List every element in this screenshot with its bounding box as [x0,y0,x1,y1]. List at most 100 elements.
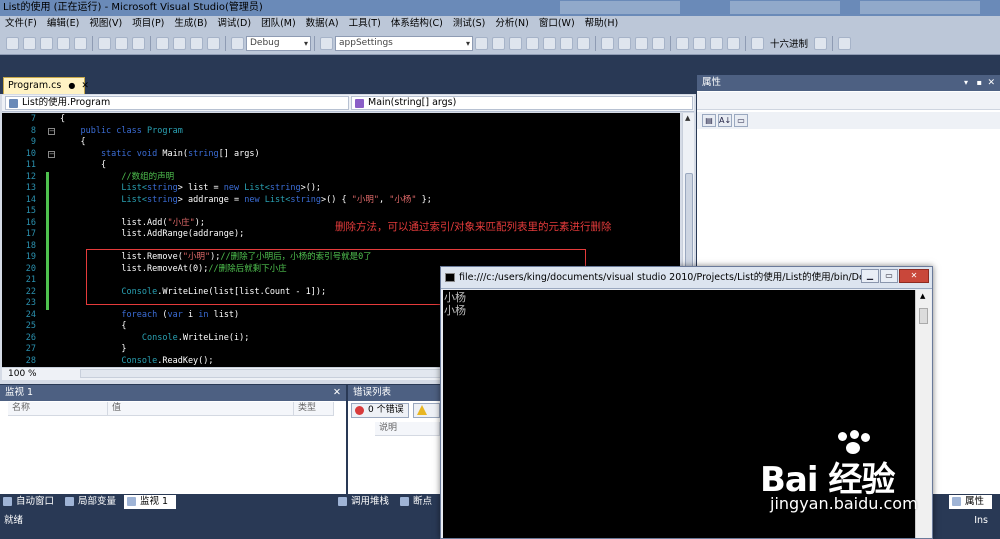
code-line[interactable]: foreach (var i in list) [60,310,239,322]
warnings-filter-button[interactable] [413,403,440,418]
save-all-icon[interactable] [74,36,87,50]
code-line[interactable]: { [60,160,106,172]
step-into-icon[interactable] [693,36,706,50]
more-icon[interactable] [577,36,590,50]
tab-locals-label: 局部变量 [78,496,117,507]
menu-item[interactable]: 项目(P) [127,16,169,32]
continue-icon[interactable] [601,36,614,50]
categorized-icon[interactable]: ▤ [702,114,716,127]
maximize-button[interactable]: ▭ [880,269,898,283]
tab-call-stack[interactable]: 调用堆栈 [335,495,397,509]
quick-watch-icon[interactable] [751,36,764,50]
new-project-icon[interactable] [6,36,19,50]
breakpoints-menu-icon[interactable] [838,36,852,50]
menu-item[interactable]: 工具(T) [344,16,386,32]
cut-icon[interactable] [98,36,111,50]
code-line[interactable]: static void Main(string[] args) [60,149,260,161]
console-title-bar[interactable]: file:///c:/users/king/documents/visual s… [441,267,932,289]
add-item-icon[interactable] [23,36,36,50]
properties-icon[interactable] [492,36,505,50]
start-page-icon[interactable] [560,36,573,50]
code-line[interactable]: list.AddRange(addrange); [60,229,244,241]
navigate-back-icon[interactable] [190,36,203,50]
watch-col-name[interactable]: 名称 [8,402,108,416]
hex-display-button[interactable]: 十六进制 [770,36,808,50]
extension-manager-icon[interactable] [543,36,556,50]
close-icon[interactable]: ✕ [81,81,89,91]
stop-icon[interactable] [635,36,648,50]
menu-item[interactable]: 团队(M) [256,16,301,32]
close-icon[interactable]: ✕ [333,385,341,401]
restart-icon[interactable] [652,36,665,50]
menu-item[interactable]: 测试(S) [448,16,490,32]
dropdown-arrow-icon[interactable]: ▾ [964,75,968,91]
pin-icon[interactable]: ▪ [977,75,982,91]
step-over-icon[interactable] [710,36,723,50]
tab-autos[interactable]: 自动窗口 [0,495,62,509]
redo-icon[interactable] [173,36,186,50]
undo-icon[interactable] [156,36,169,50]
menu-item[interactable]: 生成(B) [169,16,212,32]
save-icon[interactable] [57,36,70,50]
pin-icon[interactable]: ● [68,81,75,90]
watch-col-type[interactable]: 类型 [294,402,334,416]
property-pages-icon[interactable]: ▭ [734,114,748,127]
menu-item[interactable]: 体系结构(C) [386,16,448,32]
errors-filter-button[interactable]: 0 个错误 [351,403,409,418]
collapse-icon[interactable]: − [48,127,55,135]
copy-icon[interactable] [115,36,128,50]
watch-col-value[interactable]: 值 [108,402,294,416]
open-file-icon[interactable] [40,36,53,50]
minimize-button[interactable]: ▁ [861,269,879,283]
step-out-icon[interactable] [727,36,740,50]
toolbox-icon[interactable] [526,36,539,50]
menu-item[interactable]: 调试(D) [212,16,256,32]
code-line[interactable]: public class Program [60,126,182,138]
menu-item[interactable]: 编辑(E) [42,16,84,32]
find-target-select[interactable]: appSettings [335,35,473,51]
code-line[interactable]: List<string> list = new List<string>(); [60,183,321,195]
scroll-up-icon[interactable]: ▲ [685,114,690,122]
show-next-statement-icon[interactable] [676,36,689,50]
object-browser-icon[interactable] [509,36,522,50]
code-line[interactable]: Console.WriteLine(i); [60,333,249,345]
solution-config-select[interactable]: Debug [246,35,311,51]
code-line[interactable]: List<string> addrange = new List<string>… [60,195,431,207]
properties-object-selector[interactable] [697,92,1000,110]
menu-item[interactable]: 数据(A) [301,16,344,32]
member-dropdown[interactable]: Main(string[] args) [351,96,693,110]
menu-item[interactable]: 视图(V) [84,16,127,32]
code-line[interactable]: list.Add("小庄"); [60,218,205,230]
find-icon[interactable] [320,36,333,50]
zoom-level[interactable]: 100 % [8,369,37,379]
code-line[interactable]: //数组的声明 [60,172,174,184]
collapse-icon[interactable]: − [48,150,55,158]
code-line[interactable]: { [60,114,65,126]
code-line[interactable]: { [60,321,126,333]
separator [150,35,151,51]
menu-item[interactable]: 分析(N) [490,16,534,32]
tab-locals[interactable]: 局部变量 [62,495,124,509]
close-icon[interactable]: ✕ [987,75,995,91]
code-line[interactable]: { [60,137,85,149]
pause-icon[interactable] [618,36,631,50]
error-col-description[interactable]: 说明 [375,422,440,436]
close-button[interactable]: ✕ [899,269,929,283]
tab-breakpoints[interactable]: 断点 [397,495,440,509]
console-scroll-thumb[interactable] [919,308,928,324]
class-dropdown[interactable]: List的使用.Program [5,96,349,110]
code-line[interactable]: Console.ReadKey(); [60,356,213,368]
menu-item[interactable]: 帮助(H) [580,16,624,32]
code-line[interactable]: } [60,344,126,356]
hex-toggle-icon[interactable] [814,36,828,50]
tab-watch[interactable]: 监视 1 [124,495,177,509]
scroll-up-icon[interactable]: ▲ [920,292,925,300]
document-tab-program[interactable]: Program.cs ● ✕ [3,77,89,94]
menu-item[interactable]: 窗口(W) [534,16,580,32]
start-debug-icon[interactable] [231,36,244,50]
solution-explorer-icon[interactable] [475,36,488,50]
paste-icon[interactable] [132,36,145,50]
alphabetical-icon[interactable]: A↓ [718,114,732,127]
menu-item[interactable]: 文件(F) [0,16,42,32]
navigate-forward-icon[interactable] [207,36,220,50]
